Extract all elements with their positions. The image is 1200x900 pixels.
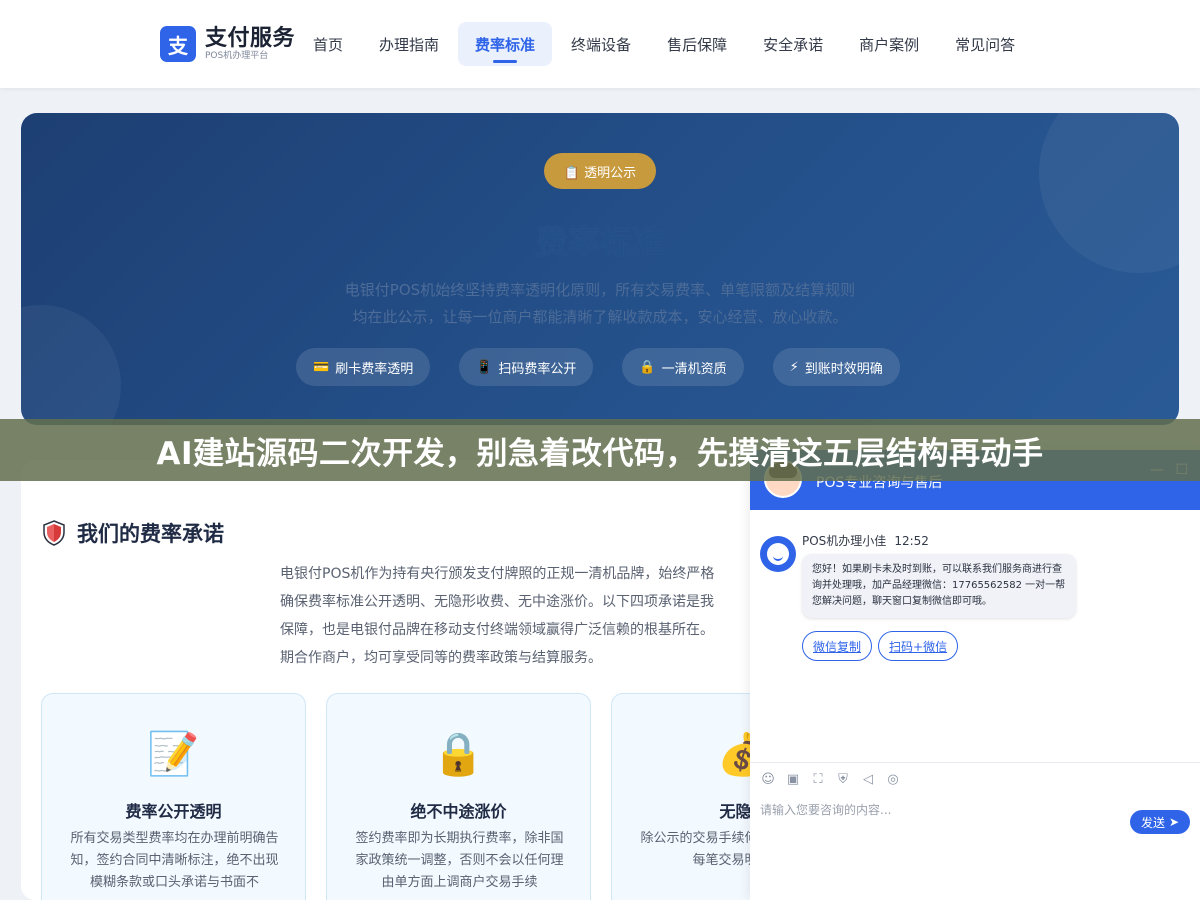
logo-icon: 支 [160,26,196,62]
message-bubble: 您好！如果刷卡未及时到账，可以联系我们服务商进行查询并处理哦，加产品经理微信：1… [802,554,1076,618]
card-title: 费率公开透明 [125,802,222,821]
scan-wechat-button[interactable]: 扫码+微信 [878,631,959,661]
card-icon: 💳 [313,359,330,375]
nav-item-home[interactable]: 首页 [296,22,360,66]
chat-toolbar: ☺ ▣ ⛶ ⛨ ◁ ◎ [750,762,1200,796]
crop-icon[interactable]: ⛶ [810,772,826,788]
logo[interactable]: 支 支付服务 POS机办理平台 [160,26,295,62]
banner-text: AI建站源码二次开发，别急着改代码，先摸清这五层结构再动手 [156,435,1044,472]
chat-input[interactable] [760,800,1120,820]
nav-item-cases[interactable]: 商户案例 [842,22,936,66]
message-meta: POS机办理小佳 12:52 [802,532,929,549]
hero-description: 电银付POS机始终坚持费率透明化原则，所有交易费率、单笔限额及结算规则 均在此公… [344,281,856,326]
lightning-icon: ⚡ [789,359,799,375]
agent-name: POS机办理小佳 [802,534,887,548]
nav-item-guide[interactable]: 办理指南 [362,22,456,66]
card-title: 绝不中途涨价 [410,802,507,821]
intro-text: 电银付POS机作为持有央行颁发支付牌照的正规一清机品牌，始终严格 确保费率标准公… [280,566,715,666]
nav-item-rates[interactable]: 费率标准 [458,22,553,66]
lock-icon: 🔒 [639,359,656,375]
tag-license: 🔒 一清机资质 [622,348,744,386]
main-nav: 首页 办理指南 费率标准 终端设备 售后保障 安全承诺 商户案例 常见问答 [296,22,1034,66]
page-title: 费率标准 [535,223,664,261]
hero-tags: 💳 刷卡费率透明 📱 扫码费率公开 🔒 一清机资质 ⚡ 到账时效明确 [296,348,929,386]
logo-subtitle: POS机办理平台 [205,50,269,61]
lock-icon: 🔒 [432,729,485,778]
hero-section: 📋 透明公示 费率标准 电银付POS机始终坚持费率透明化原则，所有交易费率、单笔… [21,113,1179,425]
message-time: 12:52 [894,534,929,548]
mute-icon[interactable]: ◁ [860,772,876,788]
send-button[interactable]: 发送 ➤ [1130,810,1190,834]
card-body: 签约费率即为长期执行费率，除非国家政策统一调整，否则不会以任何理由单方面上调商户… [355,831,564,890]
phone-icon: 📱 [476,359,493,375]
image-icon[interactable]: ▣ [785,772,801,788]
site-header: 支 支付服务 POS机办理平台 首页 办理指南 费率标准 终端设备 售后保障 安… [0,0,1200,88]
avatar-face-icon [767,543,789,565]
shield-icon [43,520,65,546]
agent-avatar [760,536,796,572]
decor-circle [21,305,121,425]
card-body: 所有交易类型费率均在办理前明确告知，签约合同中清晰标注，绝不出现模糊条款或口头承… [70,831,279,890]
send-arrow-icon: ➤ [1168,815,1180,829]
logo-title: 支付服务 [205,25,296,51]
overlay-banner: AI建站源码二次开发，别急着改代码，先摸清这五层结构再动手 [0,419,1200,481]
smile-icon[interactable]: ☺ [760,772,776,788]
section-heading: 我们的费率承诺 [43,518,224,548]
copy-wechat-button[interactable]: 微信复制 [802,631,873,661]
nav-item-faq[interactable]: 常见问答 [938,22,1032,66]
memo-icon: 📝 [147,729,200,778]
nav-item-aftersales[interactable]: 售后保障 [650,22,744,66]
section-title: 我们的费率承诺 [77,522,224,546]
wechat-icon[interactable]: ◎ [885,772,901,788]
nav-item-security[interactable]: 安全承诺 [746,22,840,66]
tag-scan-rate: 📱 扫码费率公开 [459,348,594,386]
tag-card-rate: 💳 刷卡费率透明 [296,348,431,386]
shield-icon[interactable]: ⛨ [835,772,851,788]
quick-replies: 微信复制 扫码+微信 [802,631,964,661]
transparency-badge: 📋 透明公示 [544,153,656,189]
nav-item-devices[interactable]: 终端设备 [554,22,648,66]
commitment-card: 🔒 绝不中途涨价 签约费率即为长期执行费率，除非国家政策统一调整，否则不会以任何… [326,693,591,900]
chat-widget: POS专业咨询与售后 — ☐ POS机办理小佳12:52 您好！如果刷卡未及时到… [750,450,1200,900]
tag-settlement: ⚡ 到账时效明确 [772,348,900,386]
commitment-card: 📝 费率公开透明 所有交易类型费率均在办理前明确告知，签约合同中清晰标注，绝不出… [41,693,306,900]
